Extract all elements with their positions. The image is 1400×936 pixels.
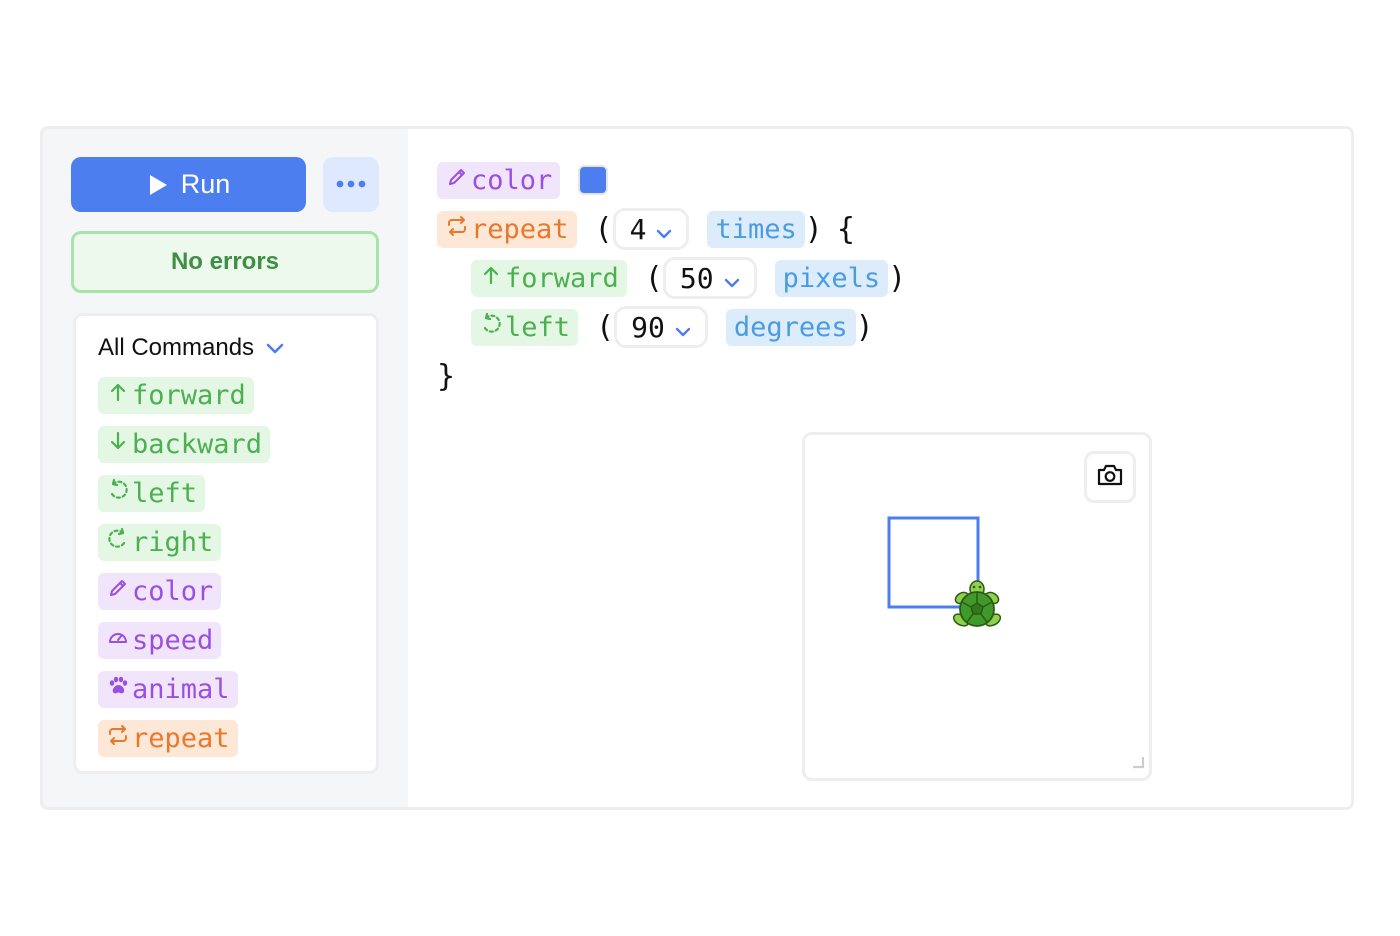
command-speed[interactable]: speed [98, 622, 222, 659]
block-color[interactable]: color [437, 161, 561, 199]
code-line-left: left ( 90 degrees ) [471, 306, 874, 348]
play-icon [147, 173, 169, 197]
command-label: color [132, 576, 214, 607]
forward-distance-value: 50 [679, 261, 714, 295]
command-list: forward backward left right color speed … [98, 377, 271, 769]
left-angle-value: 90 [631, 310, 665, 344]
open-paren: ( [594, 211, 613, 247]
command-label: forward [132, 380, 246, 411]
block-label: left [505, 311, 571, 343]
command-color[interactable]: color [98, 573, 222, 610]
chevron-down-icon [656, 213, 672, 246]
open-paren: ( [644, 260, 663, 296]
close-brace: } [437, 358, 456, 394]
repeat-count-dropdown[interactable]: 4 [612, 208, 690, 250]
close-paren: ) [855, 309, 874, 345]
command-label: left [132, 478, 198, 509]
command-label: backward [132, 429, 263, 460]
block-left[interactable]: left [471, 308, 579, 346]
command-label: speed [132, 625, 214, 656]
code-editor: color repeat ( 4 times ) { forward (50 … [408, 129, 1351, 807]
arrow-up-icon [106, 380, 130, 411]
code-line-close: } [437, 356, 455, 396]
rotate-left-icon [479, 312, 503, 343]
rotate-right-icon [106, 527, 130, 558]
forward-distance-dropdown[interactable]: 50 [662, 257, 757, 299]
speedometer-icon [106, 625, 130, 656]
turtle-app: Run No errors All Commands forward backw… [40, 126, 1354, 810]
block-label: repeat [471, 213, 569, 245]
chevron-down-icon [675, 311, 691, 344]
resize-handle-icon[interactable] [1131, 755, 1145, 774]
status-text: No errors [170, 248, 280, 275]
command-backward[interactable]: backward [98, 426, 271, 463]
drawing-surface [887, 516, 1002, 627]
command-animal[interactable]: animal [98, 671, 238, 708]
repeat-icon [445, 214, 469, 245]
pencil-icon [445, 165, 469, 196]
run-label: Run [180, 169, 231, 199]
rotate-left-icon [106, 478, 130, 509]
status-badge: No errors [71, 231, 379, 293]
command-repeat[interactable]: repeat [98, 720, 238, 757]
pencil-icon [106, 576, 130, 607]
code-line-color: color [437, 160, 609, 200]
close-paren: ) [804, 211, 823, 247]
sidebar: Run No errors All Commands forward backw… [43, 129, 408, 807]
close-paren: ) [888, 260, 907, 296]
command-label: right [132, 527, 214, 558]
turtle-canvas[interactable] [802, 432, 1152, 781]
code-line-forward: forward ( 50 pixels ) [471, 257, 907, 299]
repeat-count-value: 4 [629, 212, 647, 246]
code-line-repeat: repeat ( 4 times ) { [437, 208, 855, 250]
commands-panel: All Commands forward backward left right… [73, 313, 379, 774]
commands-header-label: All Commands [98, 334, 255, 361]
forward-unit-label: pixels [774, 259, 889, 297]
block-forward[interactable]: forward [471, 259, 627, 297]
repeat-unit-label: times [707, 210, 805, 248]
chevron-down-icon [724, 262, 740, 295]
command-forward[interactable]: forward [98, 377, 254, 414]
chevron-down-icon [266, 334, 284, 362]
color-swatch[interactable] [578, 165, 609, 195]
block-label: color [471, 164, 553, 196]
run-button[interactable]: Run [71, 157, 306, 212]
open-paren: ( [596, 309, 615, 345]
left-unit-label: degrees [725, 308, 856, 346]
more-options-button[interactable] [323, 157, 379, 212]
command-left[interactable]: left [98, 475, 206, 512]
turtle-icon [952, 580, 1002, 627]
block-repeat[interactable]: repeat [437, 210, 577, 248]
command-label: animal [132, 674, 230, 705]
arrow-up-icon [479, 263, 503, 294]
open-brace: { [836, 211, 855, 247]
command-right[interactable]: right [98, 524, 222, 561]
repeat-icon [106, 723, 130, 754]
commands-filter-dropdown[interactable]: All Commands [98, 334, 284, 362]
arrow-down-icon [106, 429, 130, 460]
left-angle-dropdown[interactable]: 90 [614, 306, 708, 348]
command-label: repeat [132, 723, 230, 754]
block-label: forward [505, 262, 619, 294]
more-dots-icon [336, 176, 366, 194]
paw-icon [106, 674, 130, 705]
